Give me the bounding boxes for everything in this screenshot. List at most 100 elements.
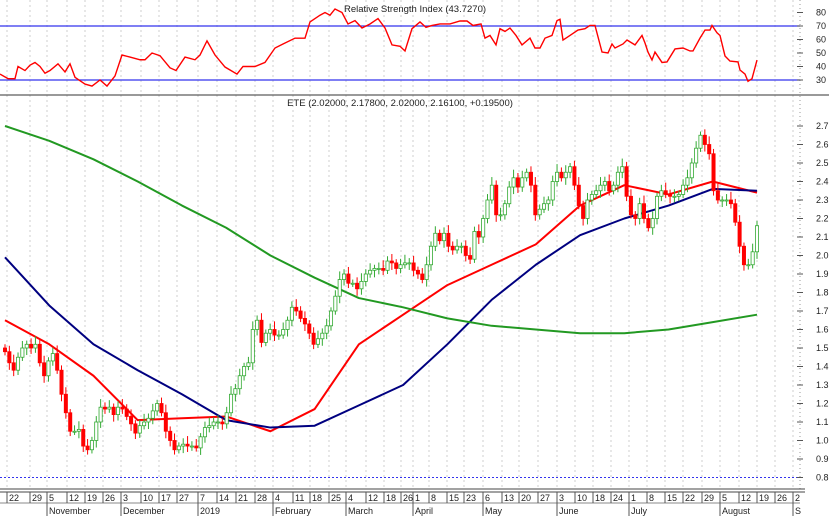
candle [594,184,599,199]
x-tick-label: 8 [431,493,436,503]
candle-body [420,273,425,280]
x-tick-label: 12 [368,493,378,503]
candle-body [455,245,460,251]
candle [715,183,720,204]
candle [542,196,547,213]
candle [355,277,360,296]
month-label: November [49,506,91,516]
candle [398,258,403,274]
candle-body [446,232,451,247]
x-tick-label: 15 [667,493,677,503]
candle [133,420,138,440]
candle [220,418,225,430]
candle-body [459,245,464,248]
candle-body [650,218,655,229]
candle-body [633,214,638,219]
candle [250,321,255,370]
candle [724,194,729,206]
candle-body [394,262,399,269]
candle [224,406,229,429]
candle [20,340,25,361]
candle [89,436,94,454]
price-tick-label: 1.3 [816,380,829,390]
candle-body [89,440,94,451]
candle-body [737,221,742,247]
candle-body [585,199,590,219]
candle [142,413,147,430]
candle-body [42,362,47,377]
candle-body [137,425,142,434]
candle-body [50,353,55,362]
candle [433,226,438,252]
candle-body [628,195,633,216]
candle [698,131,703,152]
candle-body [450,245,455,251]
candle [33,336,38,353]
candle-body [637,203,642,219]
rsi-tick-label: 50 [816,48,826,58]
rsi-tick-label: 40 [816,62,826,72]
candle [85,439,90,455]
x-tick-label: 4 [348,493,353,503]
x-tick-label: 10 [577,493,587,503]
candle-body [546,199,551,205]
candle [702,129,707,152]
candle-body [20,347,25,358]
x-tick-label: 3 [123,493,128,503]
candle [198,433,203,455]
candle [559,167,564,182]
candle-body [589,194,594,201]
rsi-tick-label: 30 [816,75,826,85]
candle-body [376,268,381,270]
price-tick-label: 2.5 [816,158,829,168]
candle-body [285,319,290,330]
candle-body [185,443,190,447]
candle [550,175,555,206]
candle-body [476,231,481,238]
candle-body [415,269,420,275]
x-tick-label: 20 [521,493,531,503]
x-tick-label: 12 [741,493,751,503]
candle-body [468,255,473,260]
candle-body [329,310,334,327]
price-tick-label: 2.0 [816,251,829,261]
candle [711,148,716,196]
rsi-tick-label: 80 [816,8,826,18]
candle [733,198,738,226]
candle-body [398,264,403,269]
candle [237,368,242,395]
candle-body [668,194,673,197]
candle [202,421,207,443]
candle-body [372,268,377,271]
candle-body [263,332,268,343]
candle-body [242,366,247,377]
candle-body [315,338,320,345]
x-tick-label: 1 [415,493,420,503]
candle-body [611,184,616,192]
price-tick-label: 1.2 [816,399,829,409]
candle-body [576,184,581,206]
x-axis: 22 29 5 12 19 26 3 10 17 27 7 14 21 28 4 11 18 25 4 12 18 26 1… [0,488,805,516]
candle-body [111,406,116,416]
candle-body [494,184,499,216]
candle-body [528,171,533,186]
rsi-title: Relative Strength Index (43.7270) [344,4,486,15]
candle-body [568,166,573,173]
candle-body [402,262,407,266]
price-tick-label: 2.2 [816,214,829,224]
candle [402,254,407,269]
x-tick-label: 8 [649,493,654,503]
month-label: May [485,506,503,516]
x-tick-label: 28 [257,493,267,503]
candle [359,273,364,295]
candle [207,417,212,433]
x-tick-label: 6 [485,493,490,503]
candle [450,241,455,255]
candle [407,258,412,270]
candle-body [255,319,260,330]
candle-body [259,319,264,343]
candle [689,158,694,184]
candle [459,242,464,254]
candle [3,344,8,356]
candle [494,180,499,222]
